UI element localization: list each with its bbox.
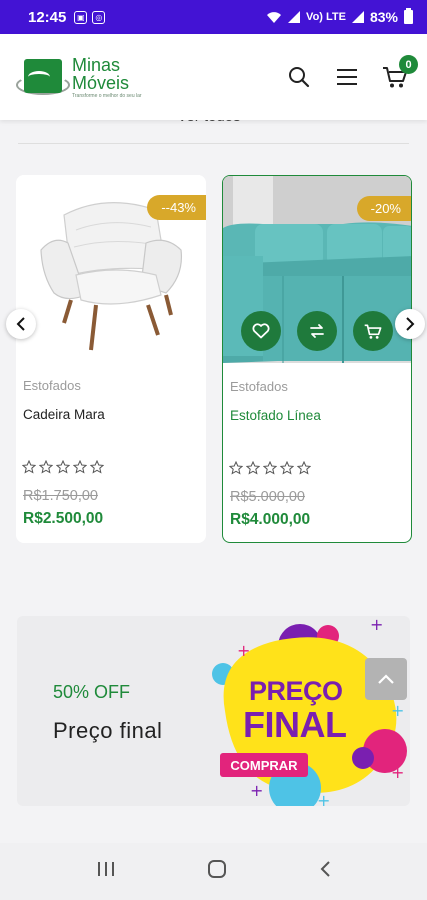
- svg-text:+: +: [391, 763, 404, 782]
- product-card[interactable]: -20% Estofados Estofado Línea R$5.000,00…: [222, 175, 412, 543]
- svg-text:+: +: [237, 641, 250, 660]
- signal-icon: [288, 11, 301, 23]
- banner-buy-button[interactable]: COMPRAR: [220, 753, 308, 777]
- star-icon: [263, 461, 277, 475]
- battery-percent: 83%: [369, 9, 398, 25]
- product-actions: [241, 311, 393, 351]
- discount-badge: -20%: [356, 196, 411, 221]
- svg-text:+: +: [391, 701, 404, 720]
- product-image-armchair[interactable]: --43%: [16, 175, 206, 362]
- svg-text:+: +: [317, 791, 330, 806]
- chevron-up-icon: [378, 674, 394, 684]
- status-time: 12:45: [28, 8, 67, 26]
- current-price: R$4.000,00: [230, 511, 311, 528]
- brand-logo[interactable]: Minas Móveis Transforme o melhor do seu …: [16, 54, 142, 99]
- discount-badge: --43%: [147, 195, 206, 220]
- wifi-icon: [267, 11, 282, 23]
- banner-art-line2: FINAL: [243, 704, 347, 745]
- gallery-icon: ▣: [74, 10, 88, 24]
- app-header: Minas Móveis Transforme o melhor do seu …: [0, 34, 427, 120]
- banner-title: Preço final: [53, 718, 163, 743]
- old-price: R$1.750,00: [23, 488, 98, 504]
- star-icon: [90, 460, 104, 474]
- product-image-sofa[interactable]: -20%: [223, 176, 411, 363]
- promo-banner[interactable]: 50% OFF Preço final + + + + + + PREÇO FI…: [17, 616, 410, 806]
- add-to-cart-button[interactable]: [353, 311, 393, 351]
- cart-button[interactable]: 0: [381, 55, 418, 91]
- star-icon: [297, 461, 311, 475]
- system-nav-bar: [0, 843, 427, 900]
- compare-button[interactable]: [297, 311, 337, 351]
- star-icon: [73, 460, 87, 474]
- home-button[interactable]: [207, 859, 227, 884]
- battery-icon: [404, 8, 413, 24]
- section-divider: [18, 143, 409, 144]
- carousel-prev-button[interactable]: [6, 309, 36, 339]
- heart-icon: [252, 323, 270, 339]
- cart-icon: [364, 323, 382, 339]
- back-icon: [320, 861, 330, 877]
- old-price: R$5.000,00: [230, 489, 305, 505]
- menu-button[interactable]: [333, 63, 361, 91]
- recent-apps-icon: [97, 862, 114, 876]
- notification-icon: ◎: [92, 10, 106, 24]
- logo-mark-icon: [16, 57, 70, 97]
- logo-line2: Móveis: [72, 72, 130, 93]
- search-button[interactable]: [285, 63, 313, 91]
- product-card[interactable]: --43% Estofados Cadeira Mara R$1.750,00 …: [16, 175, 206, 543]
- chevron-right-icon: [406, 317, 415, 331]
- menu-icon: [337, 69, 357, 85]
- star-icon: [246, 461, 260, 475]
- home-icon: [208, 860, 227, 878]
- rating-stars: [229, 461, 311, 475]
- product-category: Estofados: [230, 379, 288, 394]
- product-category: Estofados: [23, 378, 81, 393]
- banner-offer: 50% OFF: [53, 682, 131, 702]
- signal-text: Vo) LTE: [306, 11, 346, 23]
- signal-icon-2: [351, 11, 364, 23]
- star-icon: [22, 460, 36, 474]
- compare-icon: [310, 324, 324, 338]
- star-icon: [229, 461, 243, 475]
- status-bar: 12:45 ▣ ◎ Vo) LTE 83%: [0, 0, 427, 34]
- product-name[interactable]: Estofado Línea: [230, 408, 321, 423]
- cart-count-badge: 0: [399, 55, 418, 74]
- carousel-next-button[interactable]: [395, 309, 425, 339]
- current-price: R$2.500,00: [23, 510, 104, 527]
- logo-tagline: Transforme o melhor do seu lar: [72, 92, 142, 99]
- svg-text:+: +: [250, 781, 263, 800]
- star-icon: [56, 460, 70, 474]
- rating-stars: [22, 460, 104, 474]
- product-name[interactable]: Cadeira Mara: [23, 407, 105, 422]
- chevron-left-icon: [16, 317, 25, 331]
- wishlist-button[interactable]: [241, 311, 281, 351]
- banner-art-line1: PREÇO: [249, 676, 343, 706]
- star-icon: [39, 460, 53, 474]
- star-icon: [280, 461, 294, 475]
- svg-text:+: +: [370, 616, 383, 634]
- logo-line1: Minas: [72, 54, 121, 75]
- recent-apps-button[interactable]: [96, 860, 116, 883]
- back-to-top-button[interactable]: [365, 658, 407, 700]
- search-icon: [289, 67, 310, 88]
- back-button[interactable]: [319, 860, 331, 883]
